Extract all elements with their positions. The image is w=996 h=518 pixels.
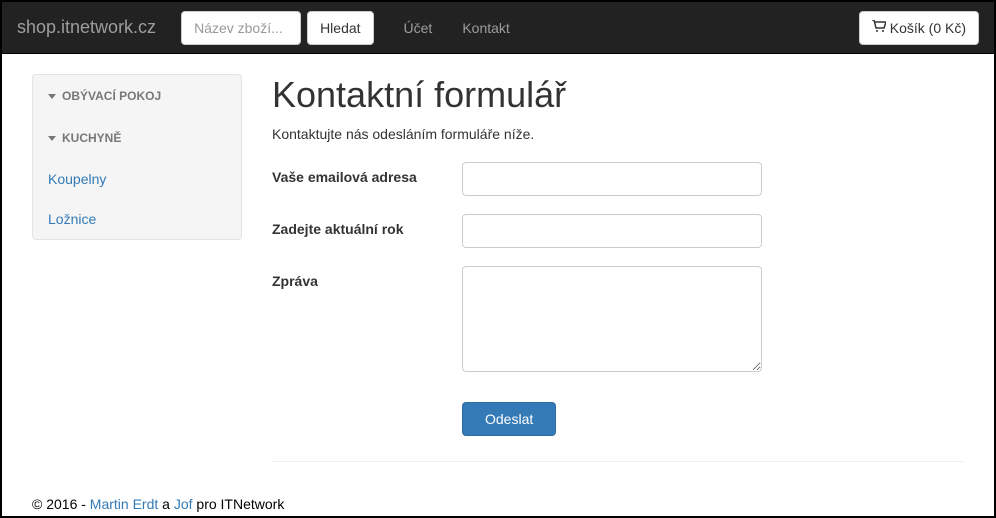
divider [272,461,964,462]
search-form: Hledat [181,11,373,45]
cart-icon [872,19,886,35]
email-field[interactable] [462,162,762,196]
nav-links: Účet Kontakt [389,5,525,51]
nav-account[interactable]: Účet [389,5,448,51]
sidebar-link-bedrooms[interactable]: Ložnice [33,199,241,239]
message-field[interactable] [462,266,762,372]
brand-link[interactable]: shop.itnetwork.cz [17,2,171,53]
main-content: Kontaktní formulář Kontaktujte nás odesl… [242,74,964,462]
sidebar-category-label: OBÝVACÍ POKOJ [62,89,161,103]
search-button[interactable]: Hledat [307,11,373,45]
footer-author1[interactable]: Martin Erdt [90,496,158,512]
submit-offset [272,402,462,436]
cart-label: Košík (0 Kč) [890,20,966,36]
sidebar: OBÝVACÍ POKOJ KUCHYNĚ Koupelny Ložnice [32,74,242,240]
footer: © 2016 - Martin Erdt a Jof pro ITNetwork [2,496,994,512]
sidebar-link-bathrooms[interactable]: Koupelny [33,159,241,199]
sidebar-category-living[interactable]: OBÝVACÍ POKOJ [33,75,241,117]
chevron-down-icon [48,136,56,141]
footer-author2[interactable]: Jof [174,496,193,512]
sidebar-category-kitchen[interactable]: KUCHYNĚ [33,117,241,159]
navbar: shop.itnetwork.cz Hledat Účet Kontakt Ko… [2,2,994,54]
year-label: Zadejte aktuální rok [272,214,462,248]
form-submit-row: Odeslat [272,402,964,436]
form-group-message: Zpráva [272,266,964,372]
cart-button[interactable]: Košík (0 Kč) [859,11,979,45]
message-label: Zpráva [272,266,462,372]
footer-suffix: pro ITNetwork [193,496,285,512]
navbar-right: Košík (0 Kč) [859,11,979,45]
email-label: Vaše emailová adresa [272,162,462,196]
page-title: Kontaktní formulář [272,74,964,116]
sidebar-category-label: KUCHYNĚ [62,131,121,145]
submit-button[interactable]: Odeslat [462,402,556,436]
nav-contact[interactable]: Kontakt [447,5,524,51]
footer-mid: a [158,496,174,512]
page-subtitle: Kontaktujte nás odesláním formuláře níže… [272,126,964,142]
footer-prefix: © 2016 - [32,496,90,512]
year-field[interactable] [462,214,762,248]
search-input[interactable] [181,11,301,45]
form-group-email: Vaše emailová adresa [272,162,964,196]
chevron-down-icon [48,94,56,99]
form-group-year: Zadejte aktuální rok [272,214,964,248]
